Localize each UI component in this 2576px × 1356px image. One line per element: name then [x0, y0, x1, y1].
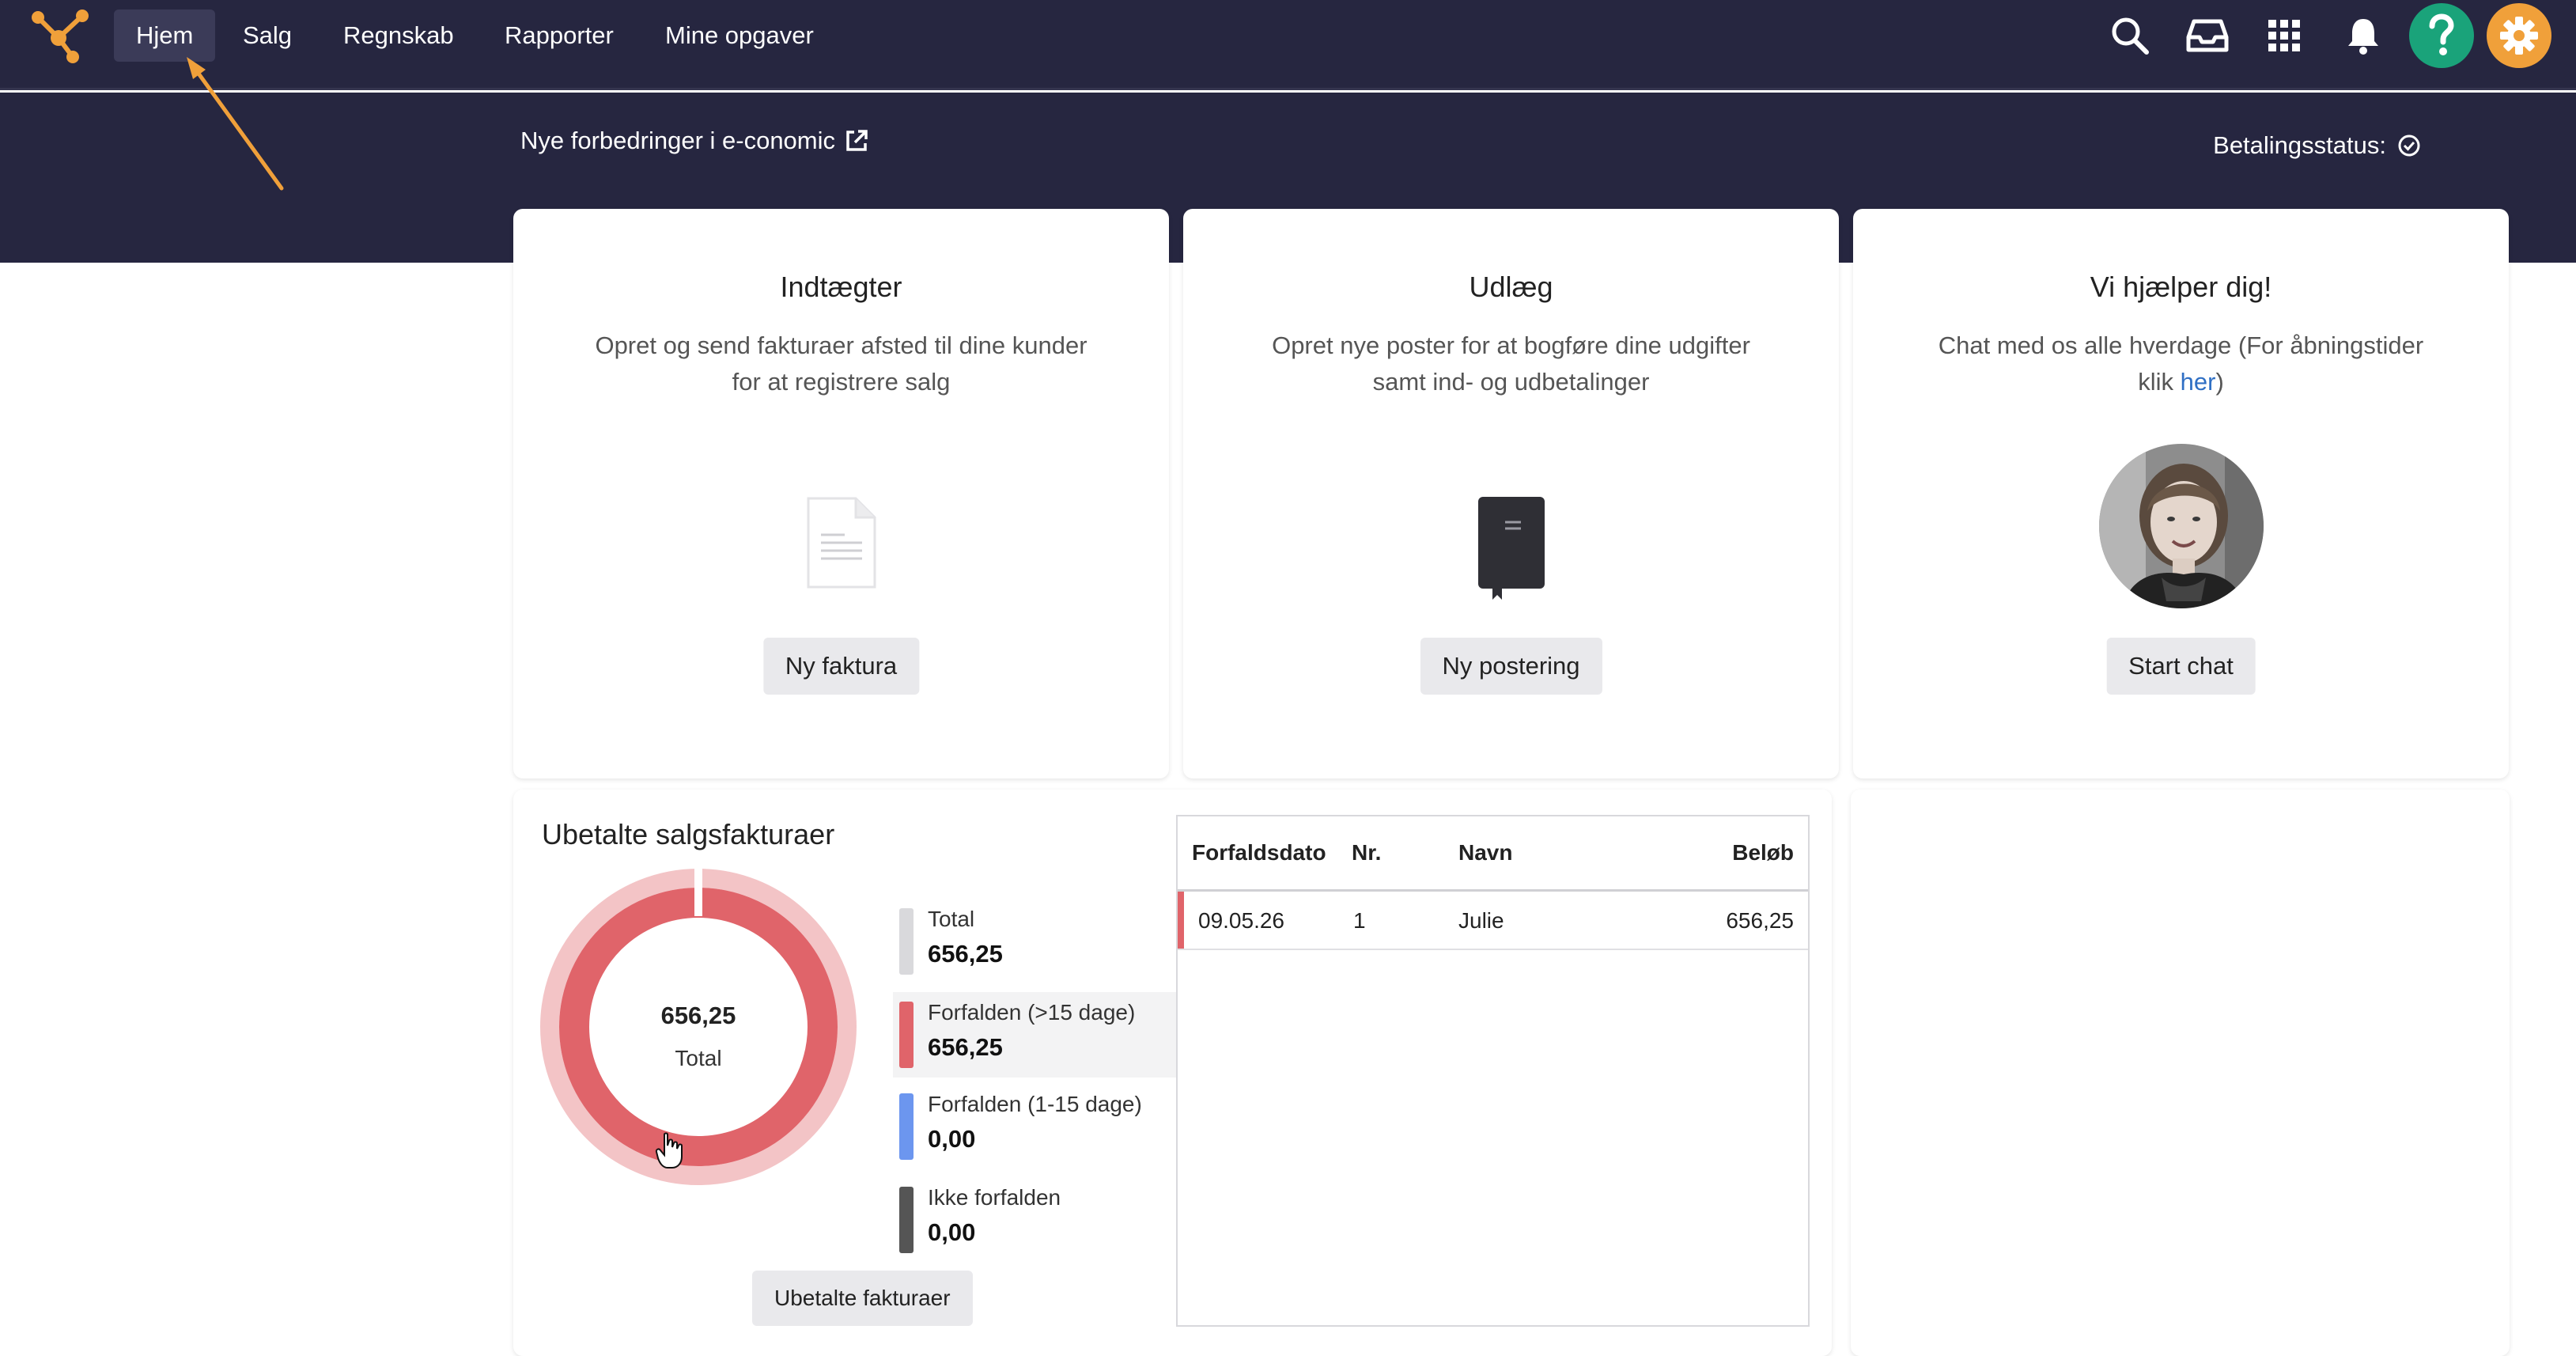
- cell-due-date: 09.05.26: [1198, 908, 1284, 933]
- new-posting-button[interactable]: Ny postering: [1420, 638, 1602, 695]
- top-navigation-bar: Hjem Salg Regnskab Rapporter Mine opgave…: [0, 0, 2576, 90]
- legend-swatch: [899, 1002, 914, 1068]
- legend-overdue-15[interactable]: Forfalden (>15 dage) 656,25: [893, 992, 1178, 1078]
- legend-label: Ikke forfalden: [928, 1185, 1061, 1210]
- donut-center-value: 656,25: [660, 1002, 736, 1029]
- new-invoice-button[interactable]: Ny faktura: [762, 638, 920, 695]
- col-amount[interactable]: Beløb: [1732, 840, 1794, 865]
- expenses-title: Udlæg: [1469, 271, 1553, 303]
- legend-label: Forfalden (1-15 dage): [928, 1092, 1142, 1116]
- unpaid-invoices-title: Ubetalte salgsfakturaer: [542, 818, 835, 850]
- start-chat-button[interactable]: Start chat: [2106, 638, 2256, 695]
- income-description: Opret og send fakturaer afsted til dine …: [595, 331, 1088, 396]
- donut-center-label: Total: [675, 1046, 722, 1070]
- cell-name: Julie: [1458, 908, 1504, 933]
- income-title: Indtægter: [780, 271, 902, 303]
- support-agent-avatar: [2098, 444, 2264, 608]
- unpaid-invoices-button[interactable]: Ubetalte fakturaer: [752, 1271, 973, 1326]
- settings-icon[interactable]: [2487, 3, 2551, 68]
- unpaid-invoices-table: Forfaldsdato Nr. Navn Beløb 09.05.26 1 J…: [1176, 815, 1810, 1327]
- table-row[interactable]: 09.05.26 1 Julie 656,25: [1178, 892, 1808, 950]
- legend-label: Forfalden (>15 dage): [928, 1000, 1136, 1025]
- legend-label: Total: [928, 907, 975, 931]
- ledger-book-icon: [1477, 497, 1545, 600]
- legend-swatch: [899, 1093, 914, 1160]
- check-circle-icon: [2398, 134, 2420, 157]
- help-description: Chat med os alle hverdage (For åbningsti…: [1920, 328, 2442, 400]
- apps-grid-icon[interactable]: [2258, 9, 2310, 62]
- legend-value: 656,25: [928, 1033, 1003, 1061]
- news-link[interactable]: Nye forbedringer i e-conomic: [520, 127, 868, 155]
- col-name[interactable]: Navn: [1458, 840, 1512, 865]
- nav-regnskab[interactable]: Regnskab: [321, 9, 476, 62]
- external-link-icon: [846, 130, 868, 151]
- legend-value: 656,25: [928, 940, 1003, 968]
- nav-hjem[interactable]: Hjem: [114, 9, 216, 62]
- help-icon[interactable]: [2409, 3, 2474, 68]
- expenses-card: Udlæg Opret nye poster for at bogføre di…: [1183, 209, 1839, 778]
- help-description-end: ): [2215, 368, 2224, 396]
- overdue-indicator: [1178, 892, 1184, 949]
- cell-number: 1: [1353, 908, 1366, 933]
- legend-value: 0,00: [928, 1218, 976, 1246]
- document-icon: [807, 497, 876, 589]
- economic-logo-icon[interactable]: [30, 8, 90, 65]
- news-link-label: Nye forbedringer i e-conomic: [520, 127, 836, 154]
- col-number[interactable]: Nr.: [1352, 840, 1381, 865]
- bell-icon[interactable]: [2337, 9, 2389, 62]
- nav-mine-opgaver[interactable]: Mine opgaver: [643, 9, 836, 62]
- payment-status-label: Betalingsstatus:: [2213, 131, 2386, 159]
- legend-not-due[interactable]: Ikke forfalden 0,00: [893, 1177, 1178, 1263]
- nav-salg[interactable]: Salg: [221, 9, 314, 62]
- search-icon[interactable]: [2104, 9, 2156, 62]
- payment-status[interactable]: Betalingsstatus:: [2213, 131, 2421, 160]
- help-card: Vi hjælper dig! Chat med os alle hverdag…: [1853, 209, 2509, 778]
- col-due-date[interactable]: Forfaldsdato: [1192, 840, 1326, 865]
- empty-card: [1851, 790, 2510, 1356]
- legend-total[interactable]: Total 656,25: [893, 899, 1178, 984]
- cell-amount: 656,25: [1726, 908, 1794, 933]
- legend-swatch: [899, 1187, 914, 1253]
- legend-value: 0,00: [928, 1125, 976, 1153]
- inbox-icon[interactable]: [2181, 9, 2234, 62]
- expenses-description: Opret nye poster for at bogføre dine udg…: [1272, 331, 1750, 396]
- opening-hours-link[interactable]: her: [2181, 368, 2216, 396]
- nav-rapporter[interactable]: Rapporter: [482, 9, 636, 62]
- income-card: Indtægter Opret og send fakturaer afsted…: [513, 209, 1169, 778]
- legend-swatch: [899, 908, 914, 975]
- help-title: Vi hjælper dig!: [2090, 271, 2272, 303]
- legend-overdue-1-15[interactable]: Forfalden (1-15 dage) 0,00: [893, 1084, 1178, 1169]
